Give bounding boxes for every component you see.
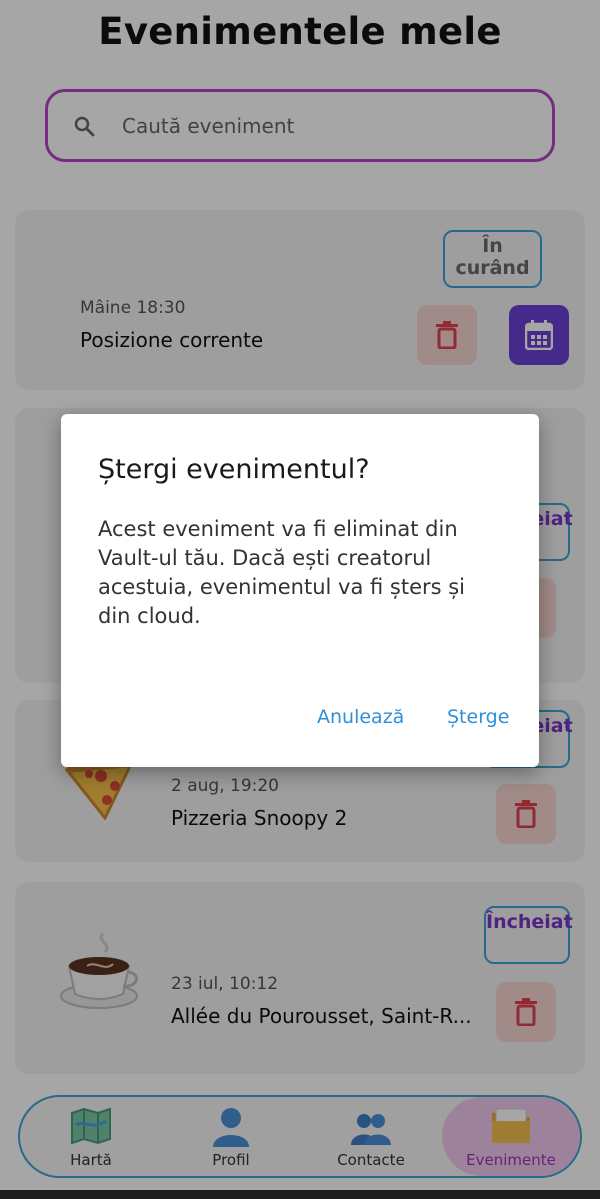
cancel-button[interactable]: Anulează [317,706,404,728]
dialog-message: Acest eveniment va fi eliminat din Vault… [98,517,466,628]
dialog-title: Ștergi evenimentul? [98,454,370,485]
delete-confirm-button[interactable]: Șterge [447,706,509,728]
delete-dialog: Ștergi evenimentul? Acest eveniment va f… [61,414,539,767]
system-nav-bar [0,1190,600,1199]
